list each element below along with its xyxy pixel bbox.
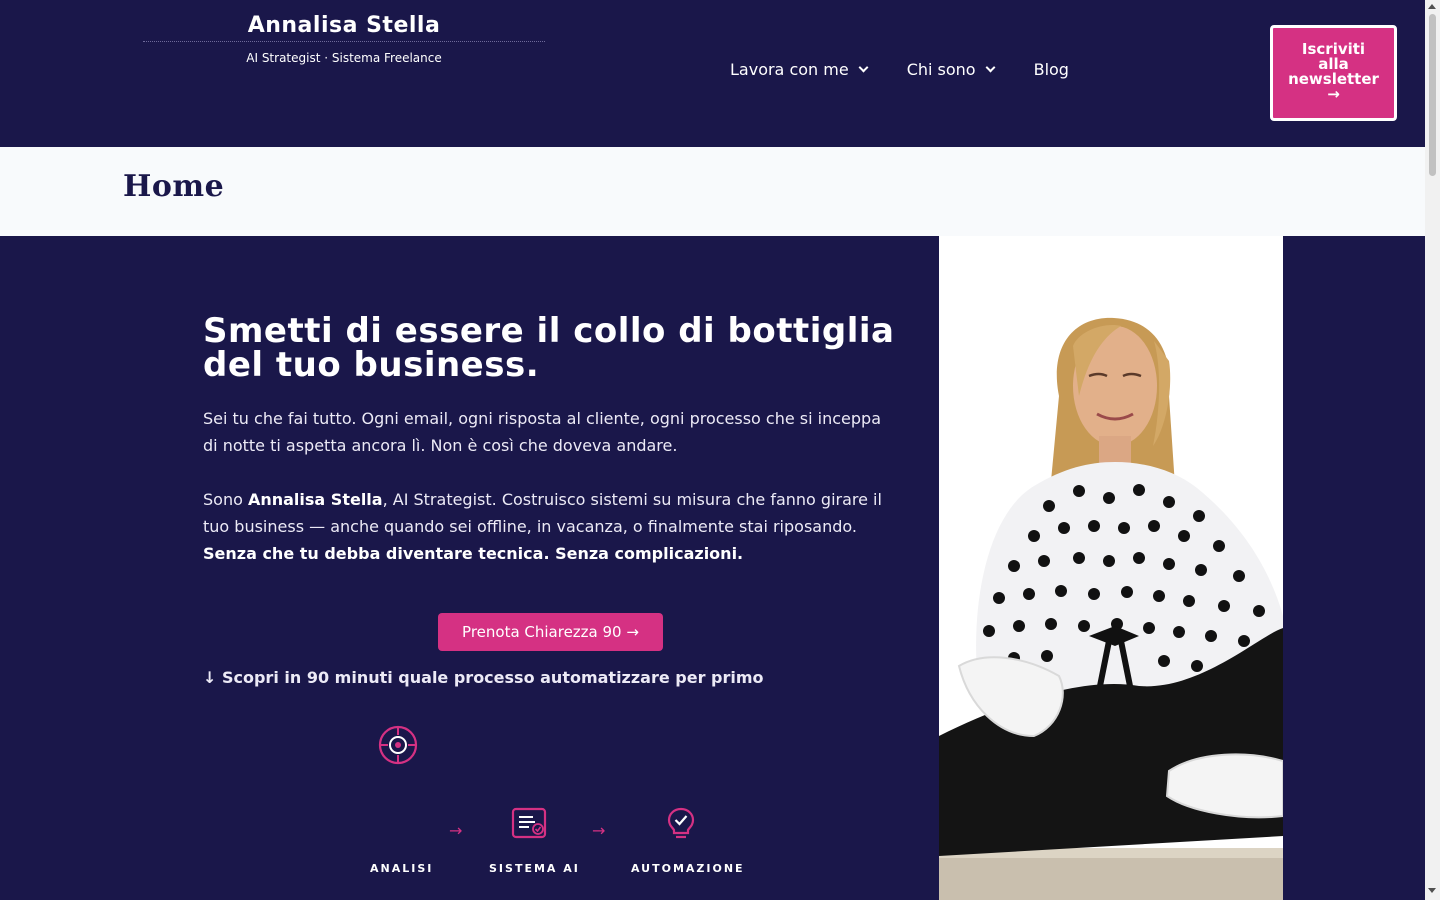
newsletter-signup-button[interactable]: Iscriviti alla newsletter → bbox=[1270, 25, 1397, 121]
arrow-right-icon: → bbox=[449, 821, 463, 840]
chevron-down-icon bbox=[858, 62, 869, 72]
portrait-photo bbox=[939, 236, 1283, 900]
page-title-bar: Home bbox=[0, 147, 1425, 236]
main-nav: Lavora con me Chi sono Blog bbox=[730, 60, 1069, 79]
nav-item-chi-sono[interactable]: Chi sono bbox=[906, 60, 996, 79]
lightbulb-check-icon bbox=[666, 807, 696, 845]
scrollbar-thumb[interactable] bbox=[1429, 14, 1436, 176]
arrow-right-icon: → bbox=[592, 821, 606, 840]
nav-item-label: Chi sono bbox=[906, 60, 976, 79]
step-label-analisi: ANALISI bbox=[370, 862, 434, 875]
hero-title: Smetti di essere il collo di bottiglia d… bbox=[203, 314, 899, 382]
text-fragment: Sono bbox=[203, 490, 248, 509]
hero-title-line: Smetti di essere il collo di bottiglia bbox=[203, 311, 895, 351]
hero-intro-paragraph: Sei tu che fai tutto. Ogni email, ogni r… bbox=[203, 409, 881, 455]
nav-item-label: Blog bbox=[1033, 60, 1069, 79]
page-title: Home bbox=[123, 169, 225, 204]
arrow-right-icon: → bbox=[1327, 85, 1340, 103]
document-check-icon bbox=[511, 807, 547, 845]
hero-emphasis: Senza che tu debba diventare tecnica. Se… bbox=[203, 544, 744, 563]
step-label-automazione: AUTOMAZIONE bbox=[631, 862, 745, 875]
nav-item-label: Lavora con me bbox=[730, 60, 849, 79]
step-label-sistema-ai: SISTEMA AI bbox=[489, 862, 580, 875]
scroll-up-arrow-icon[interactable] bbox=[1428, 4, 1436, 9]
hero-about-paragraph: Sono Annalisa Stella, AI Strategist. Cos… bbox=[203, 486, 899, 567]
target-icon bbox=[378, 725, 418, 769]
nav-item-blog[interactable]: Blog bbox=[1034, 60, 1069, 79]
book-call-button[interactable]: Prenota Chiarezza 90 → bbox=[438, 613, 663, 651]
hero-title-line: del tuo business. bbox=[203, 345, 540, 385]
hero-content: Smetti di essere il collo di bottiglia d… bbox=[203, 314, 899, 875]
author-name: Annalisa Stella bbox=[247, 490, 383, 509]
brand-name[interactable]: Annalisa Stella bbox=[143, 10, 545, 42]
scroll-down-arrow-icon[interactable] bbox=[1428, 888, 1436, 893]
hero-subline: ↓ Scopri in 90 minuti quale processo aut… bbox=[203, 668, 764, 687]
brand[interactable]: Annalisa Stella AI Strategist · Sistema … bbox=[143, 10, 545, 65]
brand-tagline: AI Strategist · Sistema Freelance bbox=[246, 51, 442, 65]
page-scrollbar[interactable] bbox=[1425, 0, 1440, 900]
nav-item-lavora-con-me[interactable]: Lavora con me bbox=[730, 60, 869, 79]
chevron-down-icon bbox=[985, 62, 996, 72]
site-header: Annalisa Stella AI Strategist · Sistema … bbox=[0, 0, 1425, 147]
hero-section: Smetti di essere il collo di bottiglia d… bbox=[0, 236, 1425, 900]
